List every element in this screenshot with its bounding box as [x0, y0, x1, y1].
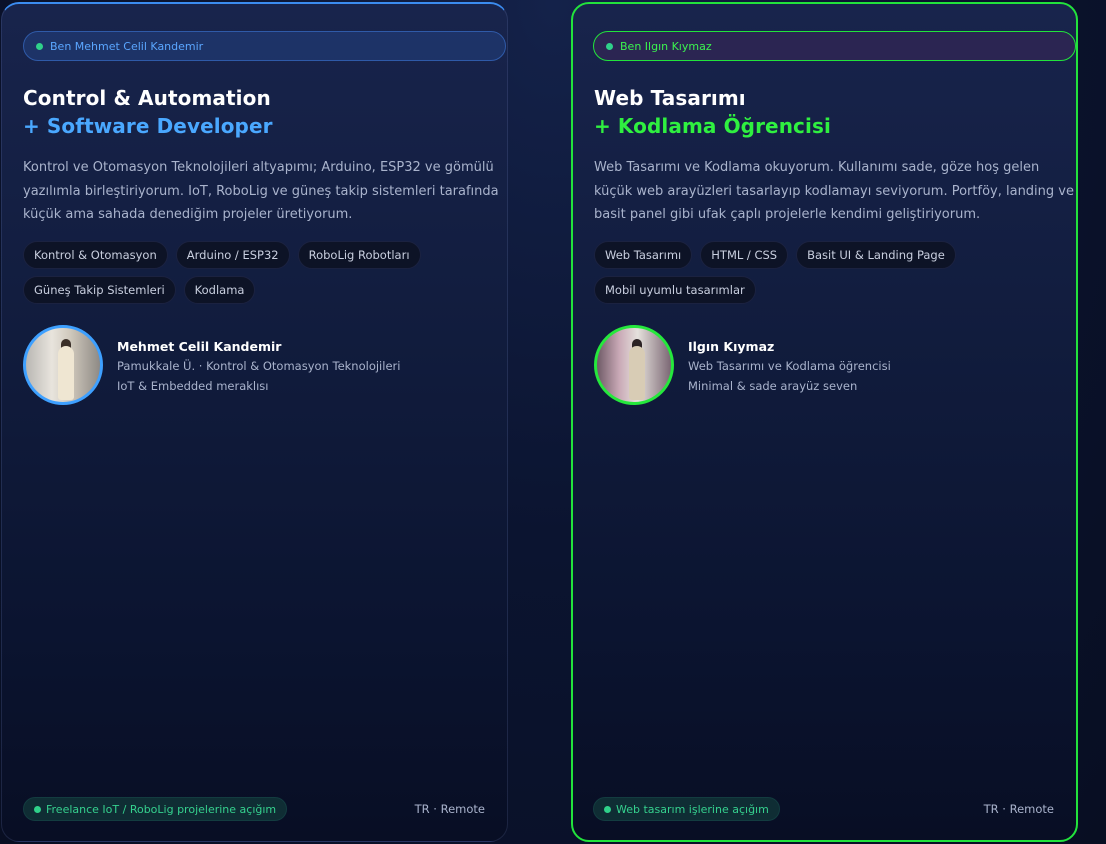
status-dot-icon [34, 805, 41, 813]
profile-line: IoT & Embedded meraklısı [117, 379, 269, 393]
status-dot-icon [606, 42, 613, 50]
card-description: Web Tasarımı ve Kodlama okuyorum. Kullan… [594, 160, 1074, 222]
avatar-person-icon [629, 346, 645, 400]
availability-badge: Freelance IoT / RoboLig projelerine açığ… [23, 797, 288, 821]
location-text: TR · Remote [414, 802, 485, 816]
card-subtitle: + Software Developer [23, 114, 273, 138]
profile-card-mehmet: Ben Mehmet Celil Kandemir Control & Auto… [1, 2, 508, 842]
avatar-person-icon [58, 346, 74, 400]
profile-info: Mehmet Celil Kandemir Pamukkale Ü. · Kon… [117, 338, 400, 396]
intro-badge: Ben Mehmet Celil Kandemir [23, 31, 506, 61]
avatar [23, 325, 103, 405]
profile-block: Ilgın Kıymaz Web Tasarımı ve Kodlama öğr… [594, 325, 891, 405]
card-heading: Control & Automation + Software Develope… [23, 84, 273, 140]
profile-info: Ilgın Kıymaz Web Tasarımı ve Kodlama öğr… [688, 338, 891, 396]
intro-badge: Ben Ilgın Kıymaz [593, 31, 1076, 61]
card-description: Kontrol ve Otomasyon Teknolojileri altya… [23, 160, 499, 222]
profile-line: Web Tasarımı ve Kodlama öğrencisi [688, 359, 891, 373]
tag-chip: Basit UI & Landing Page [796, 241, 956, 269]
page: Ben Mehmet Celil Kandemir Control & Auto… [0, 0, 1106, 844]
avatar [594, 325, 674, 405]
profile-card-ilgin: Ben Ilgın Kıymaz Web Tasarımı + Kodlama … [571, 2, 1078, 842]
tag-chip: Mobil uyumlu tasarımlar [594, 276, 756, 304]
card-title: Control & Automation [23, 86, 271, 110]
card-heading: Web Tasarımı + Kodlama Öğrencisi [594, 84, 831, 140]
availability-label: Freelance IoT / RoboLig projelerine açığ… [46, 802, 277, 816]
availability-badge: Web tasarım işlerine açığım [593, 797, 780, 821]
intro-badge-label: Ben Mehmet Celil Kandemir [50, 39, 204, 53]
profile-name: Mehmet Celil Kandemir [117, 339, 282, 354]
tag-chip: Kodlama [183, 276, 256, 304]
tag-chip: HTML / CSS [700, 241, 789, 269]
tag-chip: Arduino / ESP32 [175, 241, 290, 269]
profile-block: Mehmet Celil Kandemir Pamukkale Ü. · Kon… [23, 325, 400, 405]
intro-badge-label: Ben Ilgın Kıymaz [620, 39, 712, 53]
tag-chip: Web Tasarımı [594, 241, 693, 269]
profile-line: Minimal & sade arayüz seven [688, 379, 858, 393]
tag-list: Web Tasarımı HTML / CSS Basit UI & Landi… [594, 241, 1064, 304]
location-text: TR · Remote [983, 802, 1054, 816]
status-dot-icon [604, 805, 611, 813]
card-subtitle: + Kodlama Öğrencisi [594, 114, 831, 138]
status-dot-icon [36, 42, 43, 50]
tag-list: Kontrol & Otomasyon Arduino / ESP32 Robo… [23, 241, 493, 304]
card-title: Web Tasarımı [594, 86, 746, 110]
tag-chip: Kontrol & Otomasyon [23, 241, 168, 269]
tag-chip: RoboLig Robotları [297, 241, 421, 269]
availability-label: Web tasarım işlerine açığım [616, 802, 769, 816]
profile-line: Pamukkale Ü. · Kontrol & Otomasyon Tekno… [117, 359, 401, 373]
tag-chip: Güneş Takip Sistemleri [23, 276, 176, 304]
profile-name: Ilgın Kıymaz [688, 339, 775, 354]
